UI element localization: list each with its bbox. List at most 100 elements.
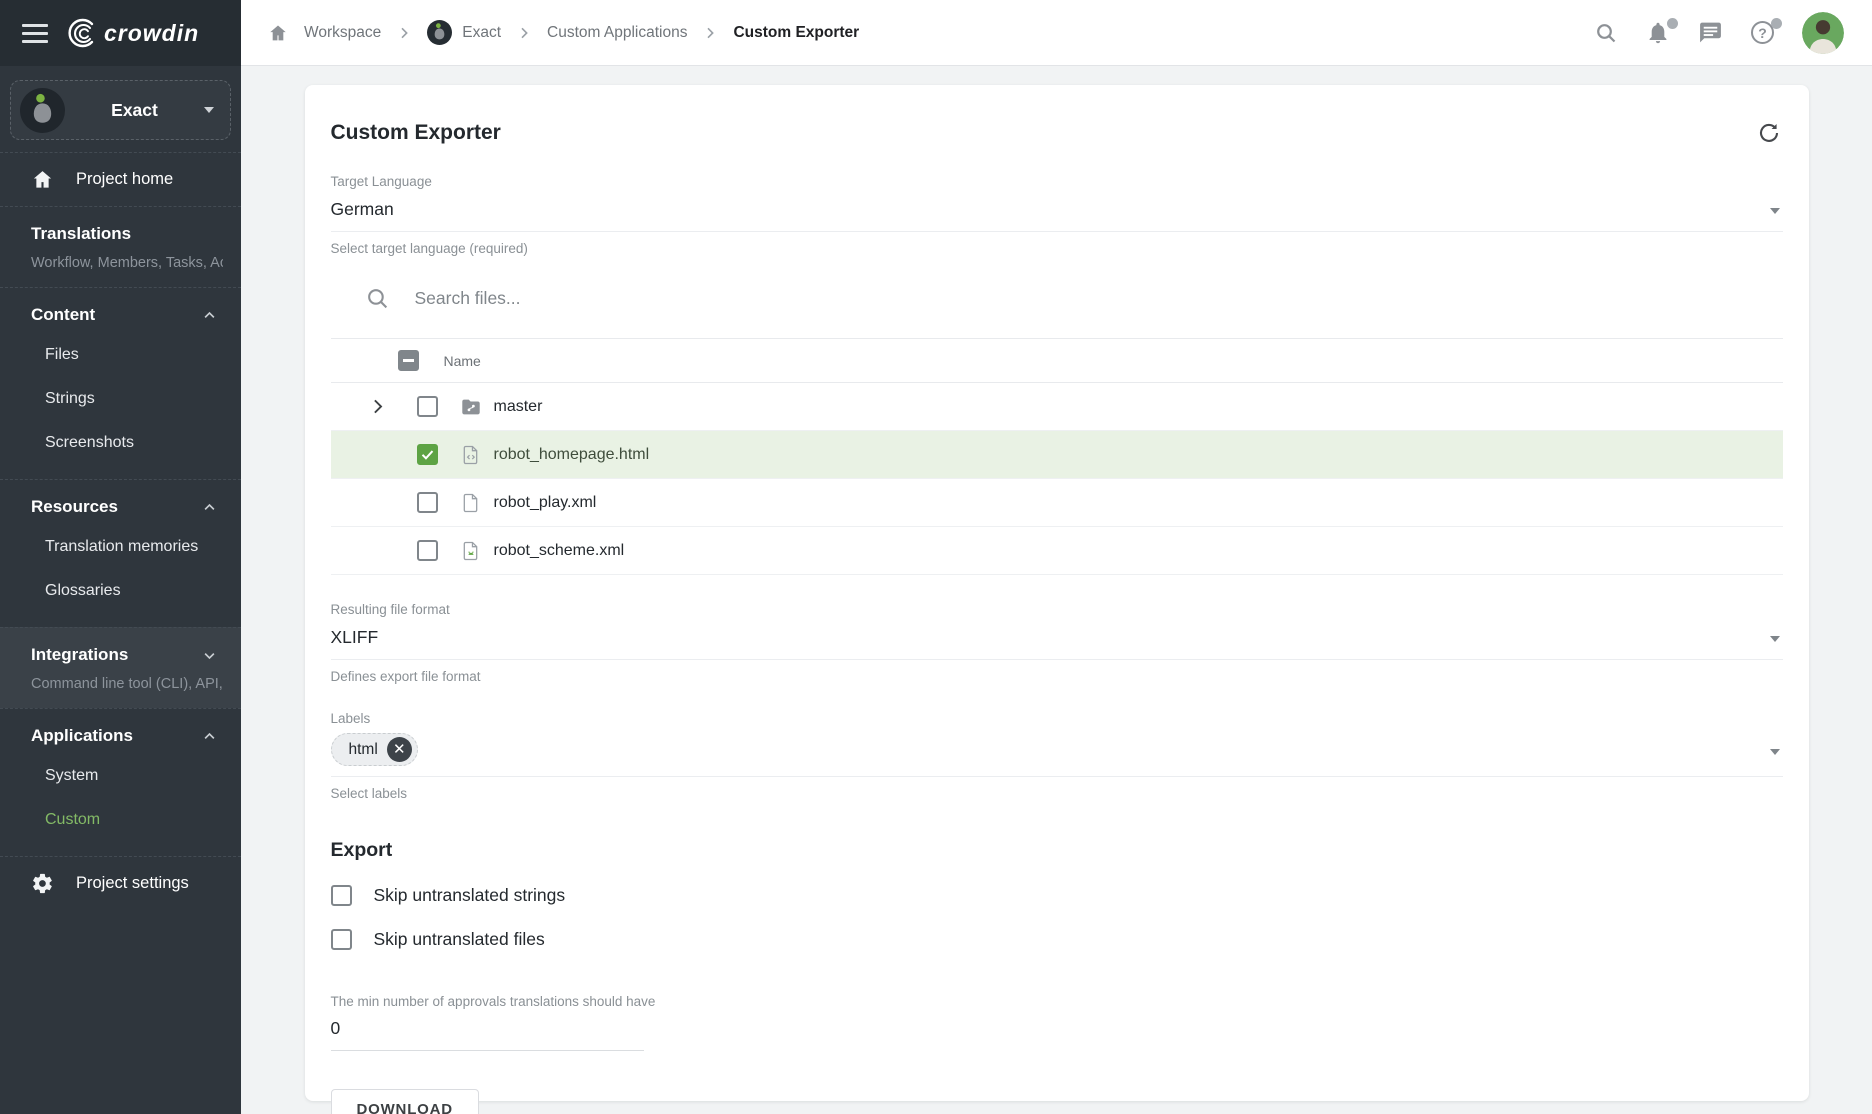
chevron-up-icon (202, 500, 217, 515)
sidebar-resources-title[interactable]: Resources (0, 497, 241, 517)
files-table-header: Name (331, 339, 1783, 383)
file-icon (460, 492, 482, 514)
file-format-value: XLIFF (331, 627, 379, 647)
topbar: crowdin Workspace Exact Custom Applicati… (0, 0, 1872, 66)
labels-label: Labels (331, 711, 1783, 726)
breadcrumb: Workspace Exact Custom Applications Cust… (267, 20, 859, 45)
target-language-label: Target Language (331, 174, 1783, 189)
file-name: master (494, 398, 543, 416)
row-checkbox[interactable] (417, 540, 438, 561)
section-title-label: Content (31, 305, 95, 325)
crowdin-swirl-icon (68, 18, 98, 48)
project-selector-name: Exact (65, 100, 204, 121)
search-icon (365, 286, 390, 311)
gear-icon (31, 872, 54, 895)
sidebar-content-title[interactable]: Content (0, 305, 241, 325)
table-row-robot-play[interactable]: robot_play.xml (331, 479, 1783, 527)
labels-helper: Select labels (331, 786, 1783, 801)
help-badge-dot (1771, 18, 1782, 29)
file-search-row (331, 286, 1783, 311)
remove-chip-icon[interactable]: ✕ (387, 737, 412, 762)
chevron-down-icon (1770, 749, 1780, 755)
target-language-helper: Select target language (required) (331, 241, 1783, 256)
breadcrumb-workspace[interactable]: Workspace (304, 24, 381, 42)
skip-untranslated-files-option[interactable]: Skip untranslated files (331, 929, 1783, 950)
notification-badge-dot (1667, 18, 1678, 29)
topbar-actions: ? (1594, 12, 1844, 54)
table-row-robot-homepage[interactable]: robot_homepage.html (331, 431, 1783, 479)
table-row-robot-scheme[interactable]: robot_scheme.xml (331, 527, 1783, 575)
skip-untranslated-strings-checkbox[interactable] (331, 885, 352, 906)
search-icon[interactable] (1594, 21, 1618, 45)
sidebar: Exact Project home Translations Workflow… (0, 66, 241, 1114)
labels-field: Labels html ✕ Select labels (331, 711, 1783, 801)
topbar-brand-area: crowdin (0, 0, 241, 66)
file-format-helper: Defines export file format (331, 669, 1783, 684)
breadcrumb-custom-applications[interactable]: Custom Applications (547, 24, 687, 42)
select-all-checkbox[interactable] (398, 350, 419, 371)
branch-folder-icon (460, 396, 482, 418)
sidebar-integrations-title[interactable]: Integrations (0, 645, 241, 665)
labels-select[interactable]: html ✕ (331, 726, 1783, 777)
label-chip-text: html (349, 741, 378, 759)
min-approvals-input[interactable]: 0 (331, 1009, 644, 1051)
sidebar-translations-title[interactable]: Translations (0, 224, 241, 244)
file-name: robot_play.xml (494, 494, 597, 512)
sidebar-item-strings[interactable]: Strings (0, 377, 241, 421)
option-label: Skip untranslated strings (374, 885, 566, 906)
project-selector[interactable]: Exact (10, 80, 231, 140)
breadcrumb-project[interactable]: Exact (427, 20, 501, 45)
label-chip-html[interactable]: html ✕ (331, 733, 418, 766)
chevron-down-icon (1770, 636, 1780, 642)
sidebar-section-applications: Applications System Custom (0, 708, 241, 856)
skip-untranslated-files-checkbox[interactable] (331, 929, 352, 950)
project-avatar-icon (427, 20, 452, 45)
skip-untranslated-strings-option[interactable]: Skip untranslated strings (331, 885, 1783, 906)
chevron-down-icon (204, 107, 214, 113)
row-checkbox-checked[interactable] (417, 444, 438, 465)
name-column-header: Name (444, 353, 481, 369)
sidebar-item-screenshots[interactable]: Screenshots (0, 421, 241, 465)
home-icon[interactable] (267, 22, 289, 44)
sidebar-item-project-home[interactable]: Project home (0, 152, 241, 206)
chevron-down-icon (202, 648, 217, 663)
search-files-input[interactable] (415, 288, 1015, 309)
sidebar-item-files[interactable]: Files (0, 333, 241, 377)
chevron-right-icon (702, 25, 718, 41)
refresh-icon[interactable] (1755, 119, 1783, 147)
chevron-up-icon (202, 729, 217, 744)
crowdin-app: crowdin Workspace Exact Custom Applicati… (0, 0, 1872, 1114)
user-avatar[interactable] (1802, 12, 1844, 54)
table-row-master[interactable]: master (331, 383, 1783, 431)
custom-exporter-card: Custom Exporter Target Language German S… (305, 85, 1809, 1101)
target-language-field: Target Language German Select target lan… (331, 174, 1783, 256)
sidebar-item-label: Project settings (76, 874, 189, 893)
page-title: Custom Exporter (331, 121, 501, 145)
sidebar-item-custom[interactable]: Custom (0, 798, 241, 842)
sidebar-section-resources: Resources Translation memories Glossarie… (0, 479, 241, 627)
sidebar-item-glossaries[interactable]: Glossaries (0, 569, 241, 613)
notifications-bell-icon[interactable] (1646, 21, 1670, 45)
breadcrumb-current: Custom Exporter (733, 24, 859, 42)
sidebar-section-integrations: Integrations Command line tool (CLI), AP… (0, 627, 241, 708)
sidebar-section-translations: Translations Workflow, Members, Tasks, A… (0, 206, 241, 287)
expand-chevron-right-icon[interactable] (367, 396, 388, 417)
sidebar-applications-title[interactable]: Applications (0, 726, 241, 746)
crowdin-logo[interactable]: crowdin (68, 18, 199, 48)
target-language-select[interactable]: German (331, 189, 1783, 232)
download-button[interactable]: DOWNLOAD (331, 1089, 479, 1114)
sidebar-item-system[interactable]: System (0, 754, 241, 798)
sidebar-item-project-settings[interactable]: Project settings (0, 856, 241, 910)
sidebar-item-translation-memories[interactable]: Translation memories (0, 525, 241, 569)
section-title-label: Integrations (31, 645, 128, 665)
file-format-select[interactable]: XLIFF (331, 617, 1783, 660)
row-checkbox[interactable] (417, 396, 438, 417)
menu-hamburger-icon[interactable] (22, 24, 48, 43)
messages-chat-icon[interactable] (1698, 20, 1723, 45)
chevron-down-icon (1770, 208, 1780, 214)
help-icon[interactable]: ? (1751, 21, 1774, 44)
project-avatar-icon (20, 88, 65, 133)
breadcrumb-project-name: Exact (462, 24, 501, 42)
row-checkbox[interactable] (417, 492, 438, 513)
section-title-label: Translations (31, 224, 131, 244)
